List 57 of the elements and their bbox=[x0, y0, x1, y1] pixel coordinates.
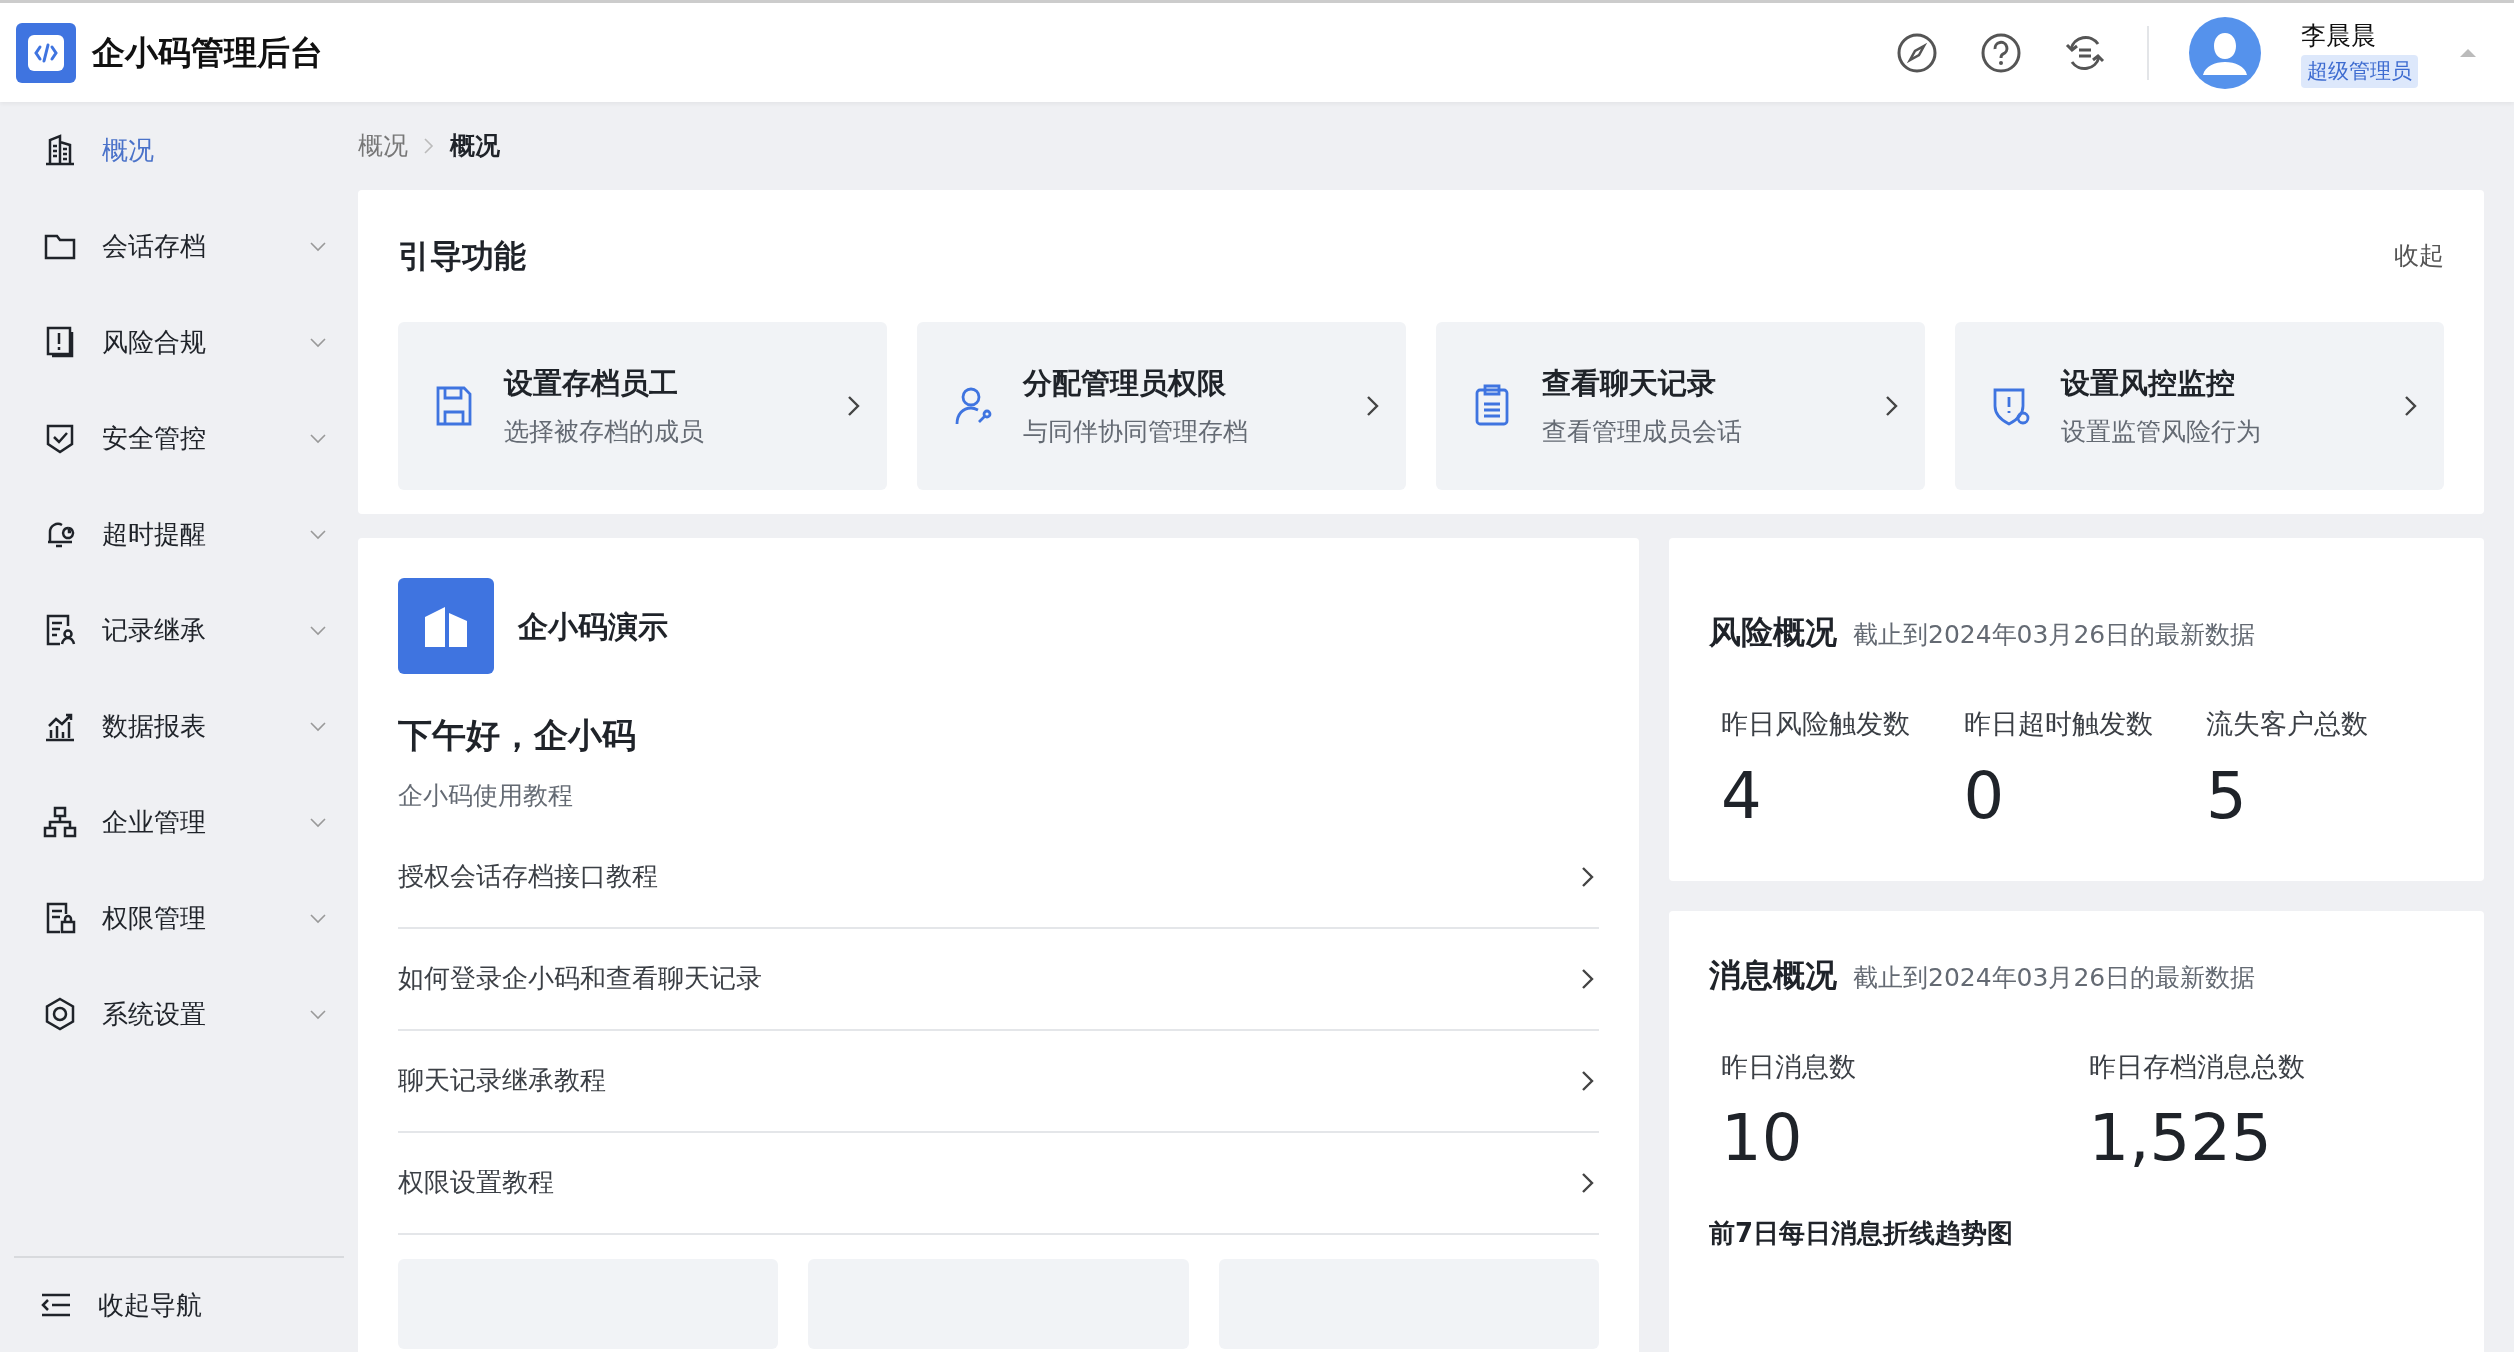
card-title: 分配管理员权限 bbox=[1023, 364, 1227, 402]
guide-card[interactable]: 设置风控监控 设置监管风险行为 bbox=[1955, 322, 2444, 490]
sidebar-item[interactable]: 安全管控 bbox=[0, 390, 358, 486]
sidebar-item[interactable]: 数据报表 bbox=[0, 678, 358, 774]
avatar[interactable] bbox=[2189, 16, 2261, 89]
card-subtitle: 设置监管风险行为 bbox=[2061, 416, 2261, 448]
user-name: 李晨晨 bbox=[2301, 20, 2376, 52]
tutorial-link[interactable]: 权限设置教程 bbox=[398, 1132, 1599, 1235]
tutorial-link[interactable]: 授权会话存档接口教程 bbox=[398, 826, 1599, 929]
data-date-note: 截止到2024年03月26日的最新数据 bbox=[1853, 961, 2256, 994]
app-title: 企小码管理后台 bbox=[92, 31, 323, 74]
app-logo bbox=[16, 22, 76, 83]
collapse-nav-button[interactable]: 收起导航 bbox=[14, 1256, 344, 1352]
tutorial-link[interactable]: 聊天记录继承教程 bbox=[398, 1030, 1599, 1133]
sidebar-item[interactable]: 权限管理 bbox=[0, 870, 358, 966]
card-subtitle: 查看管理成员会话 bbox=[1542, 416, 1742, 448]
card-title: 查看聊天记录 bbox=[1542, 364, 1717, 402]
sidebar-item[interactable]: 风险合规 bbox=[0, 294, 358, 390]
stat-value: 4 bbox=[1721, 760, 1763, 831]
caret-icon[interactable] bbox=[2458, 46, 2478, 59]
sidebar-item[interactable]: 记录继承 bbox=[0, 582, 358, 678]
stat-label: 流失客户总数 bbox=[2206, 707, 2370, 741]
sidebar-item[interactable]: 超时提醒 bbox=[0, 486, 358, 582]
sidebar-item[interactable]: 概况 bbox=[0, 102, 358, 198]
card-subtitle: 与同伴协同管理存档 bbox=[1023, 416, 1248, 448]
tutorial-link[interactable]: 如何登录企小码和查看聊天记录 bbox=[398, 928, 1599, 1031]
chart-title: 前7日每日消息折线趋势图 bbox=[1709, 1216, 2015, 1250]
section-title: 引导功能 bbox=[398, 236, 526, 277]
card-title: 设置存档员工 bbox=[504, 364, 679, 402]
card-subtitle: 选择被存档的成员 bbox=[504, 416, 704, 448]
stat-label: 昨日超时触发数 bbox=[1963, 707, 2154, 741]
card-title: 设置风控监控 bbox=[2061, 364, 2236, 402]
guide-card[interactable]: 设置存档员工 选择被存档的成员 bbox=[398, 322, 887, 490]
sidebar-item[interactable]: 会话存档 bbox=[0, 198, 358, 294]
stat-value: 5 bbox=[2206, 760, 2248, 831]
stat-value: 0 bbox=[1963, 760, 2006, 831]
sidebar-item[interactable]: 系统设置 bbox=[0, 966, 358, 1062]
role-tag: 超级管理员 bbox=[2301, 54, 2418, 88]
stat-label: 昨日消息数 bbox=[1721, 1049, 1857, 1084]
tutorial-heading: 企小码使用教程 bbox=[398, 780, 574, 812]
stat-label: 昨日存档消息总数 bbox=[2088, 1049, 2306, 1084]
data-date-note: 截止到2024年03月26日的最新数据 bbox=[1853, 619, 2256, 651]
company-name: 企小码演示 bbox=[518, 607, 668, 646]
section-title: 风险概况 bbox=[1709, 612, 1837, 653]
section-title: 消息概况 bbox=[1709, 954, 1837, 996]
stat-value: 10 bbox=[1721, 1103, 1804, 1174]
stat-label: 昨日风险触发数 bbox=[1721, 707, 1911, 741]
greeting: 下午好，企小码 bbox=[398, 714, 637, 757]
guide-card[interactable]: 分配管理员权限 与同伴协同管理存档 bbox=[917, 322, 1406, 490]
chevron-right-icon bbox=[422, 136, 436, 156]
breadcrumb-item[interactable]: 概况 bbox=[358, 127, 408, 165]
collapse-link[interactable]: 收起 bbox=[2394, 237, 2444, 275]
stat-value: 1,525 bbox=[2088, 1103, 2273, 1174]
breadcrumb-item: 概况 bbox=[450, 130, 500, 163]
org-chart-icon bbox=[42, 804, 78, 840]
guide-card[interactable]: 查看聊天记录 查看管理成员会话 bbox=[1436, 322, 1925, 490]
sidebar-item[interactable]: 企业管理 bbox=[0, 774, 358, 870]
